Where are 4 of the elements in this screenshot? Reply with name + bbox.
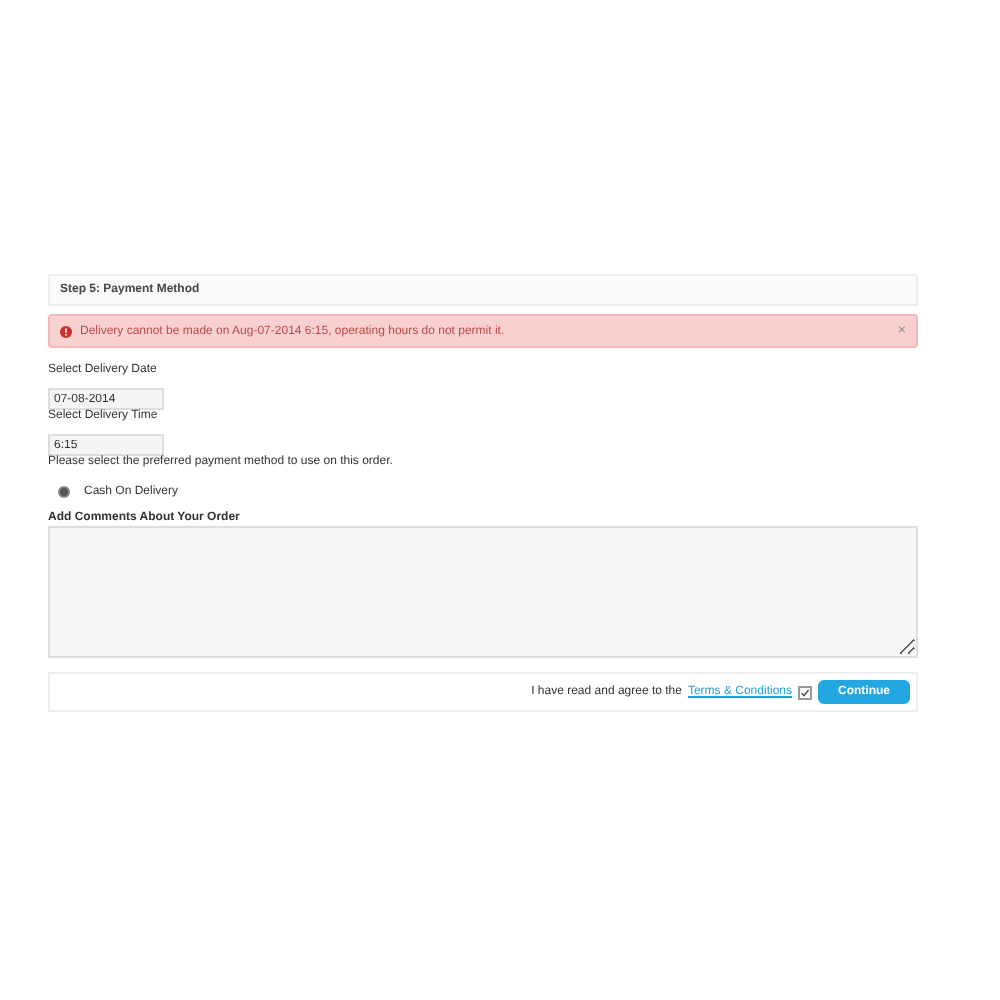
radio-button[interactable] <box>58 486 70 498</box>
warning-icon <box>60 325 72 337</box>
agree-checkbox[interactable] <box>798 685 812 699</box>
comments-field[interactable] <box>48 526 918 658</box>
